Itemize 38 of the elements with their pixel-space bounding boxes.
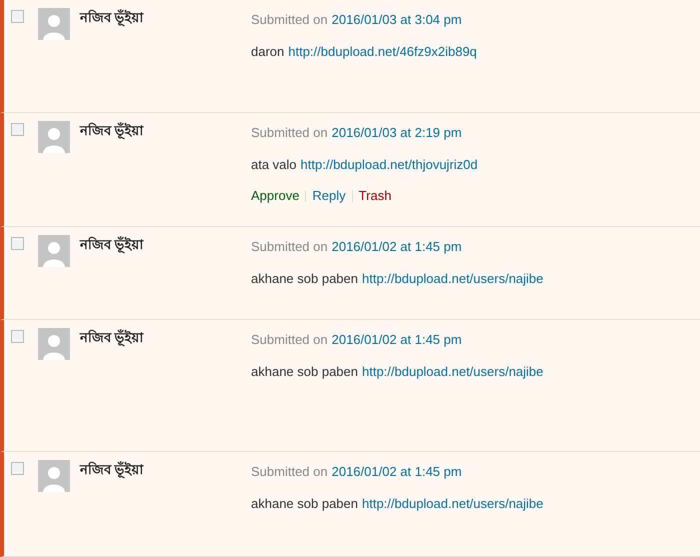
submitted-label: Submitted on (251, 11, 328, 29)
checkbox[interactable] (11, 10, 24, 23)
author-name: নজিব ভূঁইয়া (80, 123, 144, 138)
comment-link[interactable]: http://bdupload.net/users/najibe (362, 268, 544, 288)
avatar-icon (38, 460, 70, 492)
date-link[interactable]: 2016/01/02 at 1:45 pm (332, 330, 462, 350)
checkbox[interactable] (11, 330, 24, 343)
trash-link[interactable]: Trash (358, 186, 392, 206)
date-link[interactable]: 2016/01/03 at 2:19 pm (332, 123, 462, 142)
author-name: নজিব ভূঁইয়া (80, 10, 144, 25)
checkbox[interactable] (11, 123, 24, 136)
comment-link[interactable]: http://bdupload.net/users/najibe (362, 362, 544, 381)
comment-link[interactable]: http://bdupload.net/thjovujriz0d (300, 154, 478, 174)
submitted-label: Submitted on (251, 331, 328, 349)
comment-text: ata valo (251, 156, 297, 174)
reply-link[interactable]: Reply (312, 186, 346, 206)
comment-text: akhane sob paben (251, 362, 358, 381)
date-link[interactable]: 2016/01/02 at 1:45 pm (332, 462, 462, 482)
author-name: নজিব ভূঁইয়া (80, 330, 144, 345)
comment-text: akhane sob paben (251, 494, 358, 513)
comment-link[interactable]: http://bdupload.net/users/najibe (362, 494, 544, 513)
avatar-icon (38, 235, 70, 267)
approve-link[interactable]: Approve (251, 186, 300, 206)
author-name: নজিব ভূঁইয়া (80, 462, 144, 477)
date-link[interactable]: 2016/01/02 at 1:45 pm (332, 237, 462, 256)
author-name: নজিব ভূঁইয়া (80, 237, 144, 252)
comment-link[interactable]: http://bdupload.net/46fz9x2ib89q (288, 42, 477, 61)
checkbox[interactable] (11, 237, 24, 250)
submitted-label: Submitted on (251, 238, 328, 256)
comment-text: daron (251, 42, 284, 60)
comment-text: akhane sob paben (251, 270, 358, 288)
avatar-icon (38, 328, 70, 360)
checkbox[interactable] (11, 462, 24, 475)
date-link[interactable]: 2016/01/03 at 3:04 pm (332, 10, 462, 30)
submitted-label: Submitted on (251, 463, 328, 481)
avatar-icon (38, 8, 70, 40)
submitted-label: Submitted on (251, 124, 328, 142)
avatar-icon (38, 121, 70, 153)
